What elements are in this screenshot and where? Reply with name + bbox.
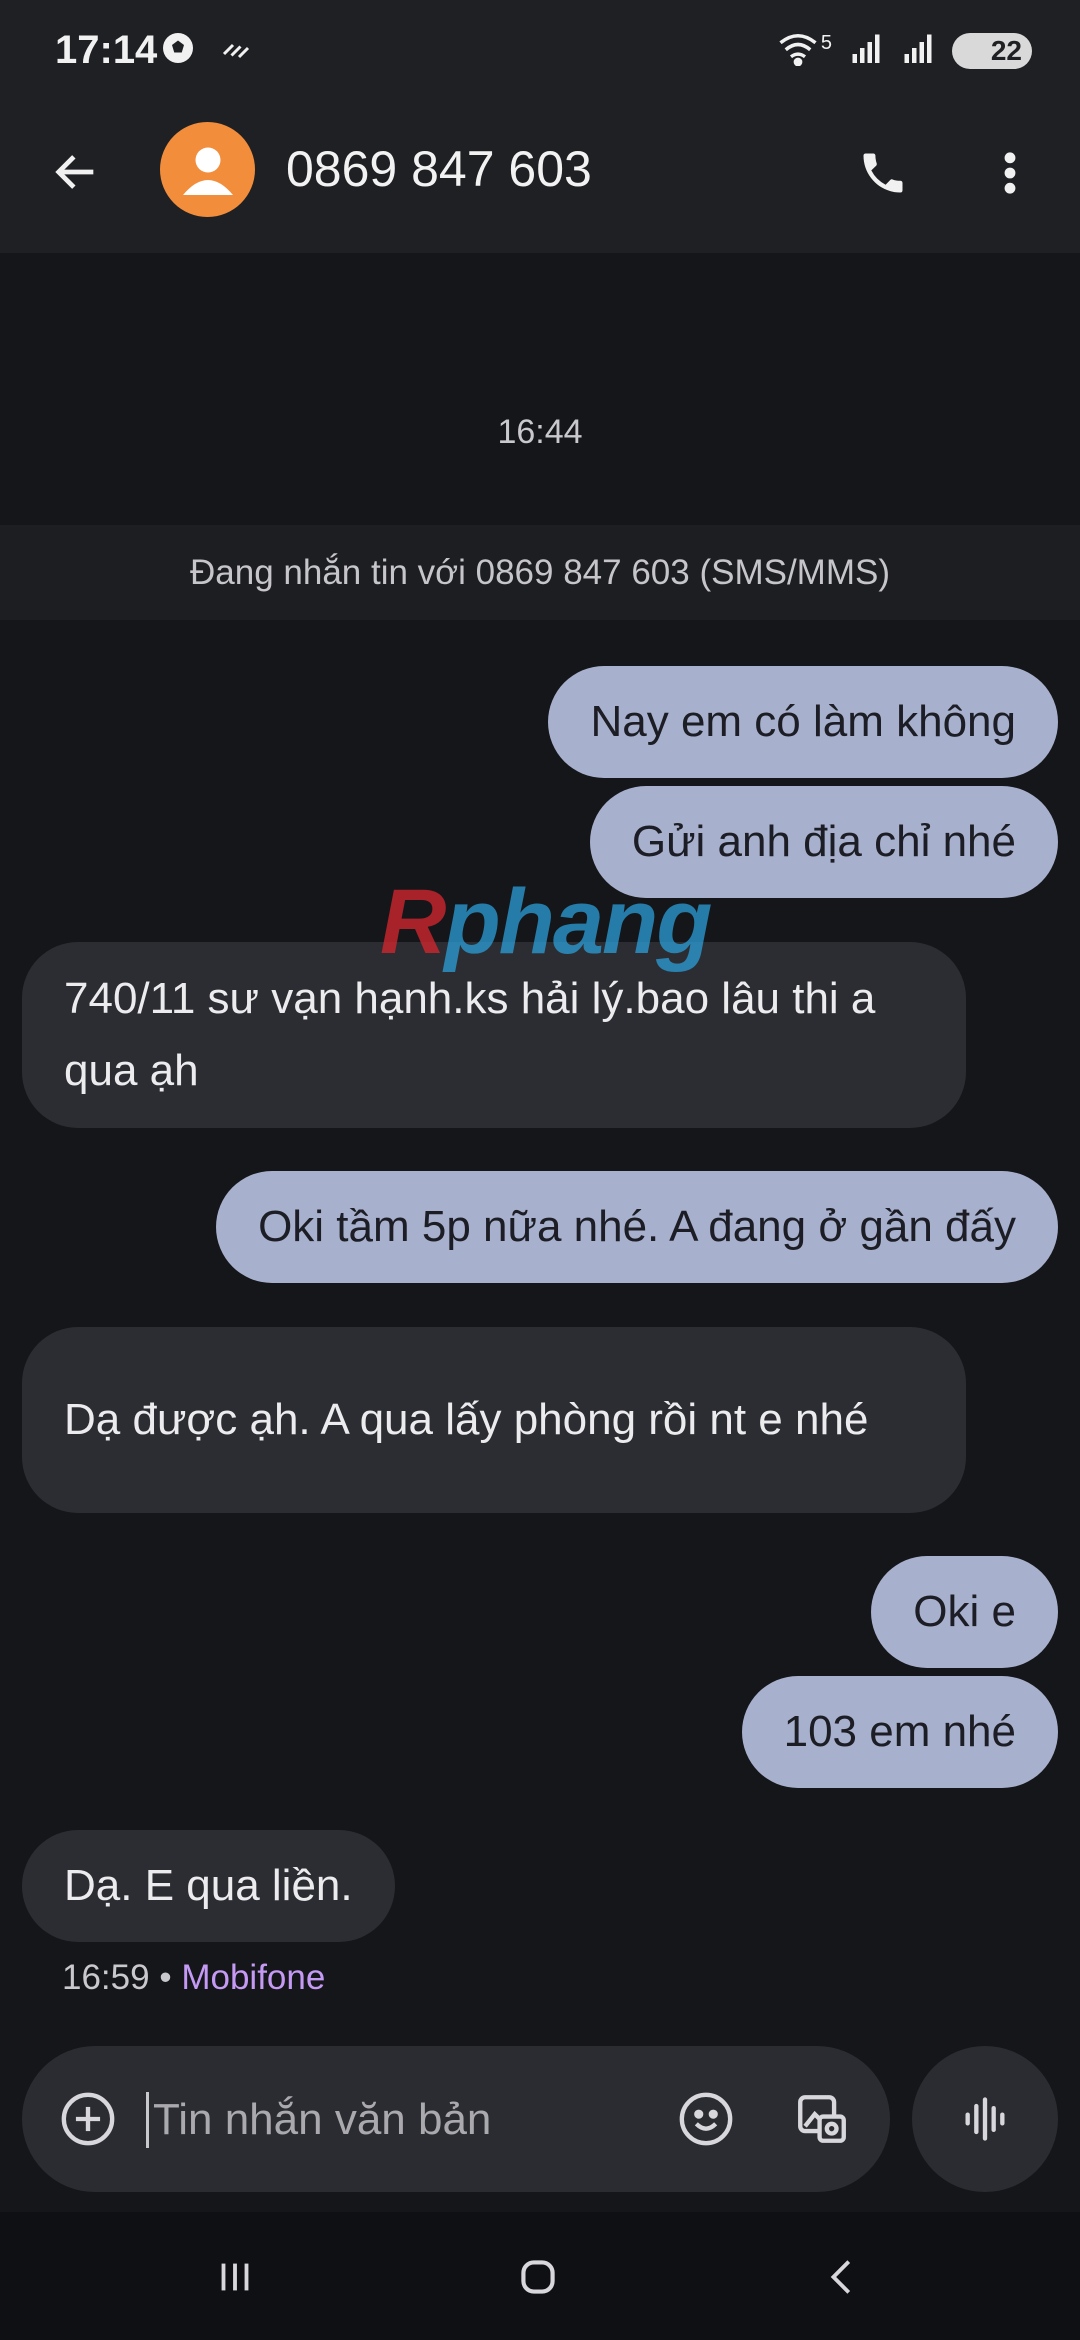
gallery-icon [798, 2095, 846, 2143]
compose-bar: Tin nhắn văn bản [22, 2046, 890, 2192]
soccer-ball-icon [160, 30, 196, 71]
sms-info-banner: Đang nhắn tin với 0869 847 603 (SMS/MMS) [0, 525, 1080, 620]
voice-message-button[interactable] [912, 2046, 1058, 2192]
avatar[interactable] [160, 122, 255, 217]
emoji-icon [679, 2092, 733, 2146]
message-bubble-outgoing[interactable]: 103 em nhé [741, 1676, 1058, 1788]
message-bubble-outgoing[interactable]: Nay em có làm không [548, 666, 1058, 778]
network-type-label: 5 [820, 32, 832, 54]
message-input[interactable]: Tin nhắn văn bản [146, 2092, 491, 2148]
wifi-icon [777, 30, 819, 71]
home-icon [521, 2260, 555, 2294]
back-button[interactable] [40, 136, 112, 208]
message-time: 16:59 [62, 1958, 150, 1997]
plus-circle-icon [61, 2092, 115, 2146]
signal-icon [848, 30, 884, 71]
phone-icon [863, 153, 903, 193]
status-left-icons [160, 30, 254, 71]
message-text: Oki tầm 5p nữa nhé. A đang ở gần đấy [258, 1202, 1016, 1251]
voice-wave-icon [965, 2097, 1005, 2141]
watermark-logo: Rphang [380, 870, 712, 975]
home-button[interactable] [503, 2242, 573, 2312]
person-icon [182, 147, 233, 195]
watermark-part1: R [380, 871, 446, 973]
recents-button[interactable] [200, 2242, 270, 2312]
signal-icon-2 [900, 30, 936, 71]
emoji-button[interactable] [670, 2083, 742, 2155]
battery-indicator: 22 [952, 32, 1032, 69]
battery-level: 22 [990, 34, 1022, 66]
status-time: 17:14 [55, 28, 158, 72]
arrow-left-icon [55, 155, 94, 189]
carrier-label: Mobifone [181, 1958, 326, 1997]
message-bubble-incoming[interactable]: Dạ được ạh. A qua lấy phòng rồi nt e nhé [22, 1327, 966, 1513]
gallery-button[interactable] [786, 2083, 858, 2155]
recents-icon [221, 2263, 249, 2291]
status-right-icons: 5 22 [777, 30, 1032, 71]
message-text: 103 em nhé [783, 1707, 1016, 1756]
message-meta: 16:59 • Mobifone [62, 1958, 325, 1998]
call-button[interactable] [848, 138, 918, 208]
status-bar: 17:14 5 22 [0, 0, 1080, 100]
nav-back-button[interactable] [808, 2242, 878, 2312]
add-attachment-button[interactable] [52, 2083, 124, 2155]
message-bubble-incoming[interactable]: Dạ. E qua liền. [22, 1830, 395, 1942]
timestamp-divider: 16:44 [497, 413, 583, 451]
chevron-left-icon [830, 2260, 851, 2294]
message-text: Dạ. E qua liền. [64, 1861, 353, 1910]
system-nav-bar [0, 2212, 1080, 2340]
contact-name[interactable]: 0869 847 603 [286, 140, 592, 198]
conversation-header: 0869 847 603 [0, 100, 1080, 253]
message-bubble-outgoing[interactable]: Oki e [871, 1556, 1058, 1668]
meta-separator: • [159, 1958, 172, 1997]
message-bubble-outgoing[interactable]: Oki tầm 5p nữa nhé. A đang ở gần đấy [216, 1171, 1058, 1283]
message-text: Gửi anh địa chỉ nhé [631, 817, 1016, 866]
message-text: Oki e [913, 1587, 1016, 1636]
message-text: Dạ được ạh. A qua lấy phòng rồi nt e nhé [64, 1395, 869, 1444]
message-text: 740/11 sư vạn hạnh.ks hải lý.bao lâu thi… [64, 974, 876, 1095]
watermark-part2: phang [444, 871, 712, 973]
data-saver-icon [218, 30, 254, 71]
more-options-button[interactable] [980, 138, 1040, 208]
more-vert-icon [1004, 152, 1016, 194]
message-text: Nay em có làm không [590, 697, 1016, 746]
